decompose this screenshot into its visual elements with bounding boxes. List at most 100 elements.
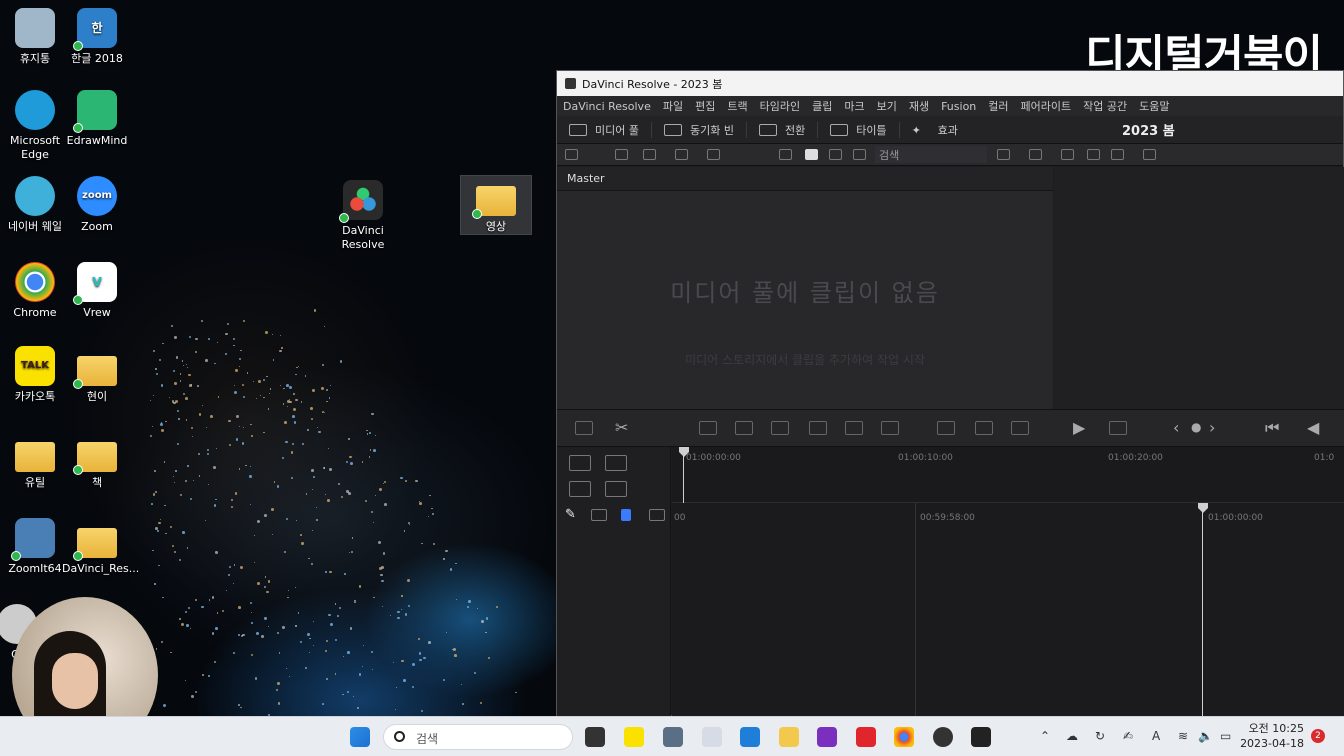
desktop-icon[interactable]: 네이버 웨일 xyxy=(0,176,70,234)
filmstrip-icon[interactable] xyxy=(1111,149,1124,160)
list-view-icon[interactable] xyxy=(853,149,866,160)
store-icon[interactable] xyxy=(740,727,760,747)
desktop-icon[interactable]: Microsoft Edge xyxy=(0,90,70,162)
menu-track[interactable]: 트랙 xyxy=(727,98,747,114)
media-pool-button[interactable]: 미디어 풀 xyxy=(557,121,652,138)
desktop-icon[interactable]: 책 xyxy=(62,432,132,490)
taskbar-clock[interactable]: 오전 10:25 2023-04-18 xyxy=(1240,721,1304,751)
task-view-icon[interactable] xyxy=(585,727,605,747)
next-arrow-icon[interactable]: › xyxy=(1209,418,1215,437)
app-red-icon[interactable] xyxy=(856,727,876,747)
volume-icon[interactable]: 🔈 xyxy=(1198,729,1213,743)
ripple-overwrite-icon[interactable] xyxy=(771,421,789,435)
desktop-icon[interactable]: EdrawMind xyxy=(62,90,132,148)
transitions-button[interactable]: 전환 xyxy=(747,121,819,138)
audio-icon[interactable] xyxy=(1011,421,1029,435)
source-viewer[interactable] xyxy=(1054,167,1344,409)
taskbar-search-input[interactable]: 검색 xyxy=(383,724,573,750)
new-bin-icon[interactable] xyxy=(615,149,628,160)
timeline-ruler-lower[interactable]: 00 00:59:58:00 01:00:00:00 xyxy=(672,503,1344,717)
clip-view-icon[interactable] xyxy=(1087,149,1100,160)
wifi-icon[interactable]: ≋ xyxy=(1178,729,1188,743)
marker-icon[interactable] xyxy=(649,509,665,521)
menu-clip[interactable]: 클립 xyxy=(812,98,832,114)
fit-icon[interactable] xyxy=(975,421,993,435)
thumbnail-view-icon[interactable] xyxy=(805,149,818,160)
cloud-icon[interactable]: ☁ xyxy=(1066,729,1078,743)
chrome-taskbar-icon[interactable] xyxy=(894,727,914,747)
desktop-icon[interactable]: 현이 xyxy=(62,346,132,404)
desktop-icon[interactable]: ZoomIt64 xyxy=(0,518,70,576)
tray-overflow-icon[interactable]: ⌃ xyxy=(1040,729,1050,743)
desktop-icon[interactable]: 한 한글 2018 xyxy=(62,8,132,66)
notification-badge[interactable]: 2 xyxy=(1311,729,1325,743)
prev-arrow-icon[interactable]: ‹ xyxy=(1173,418,1179,437)
metadata-view-icon[interactable] xyxy=(779,149,792,160)
onenote-icon[interactable] xyxy=(817,727,837,747)
menu-playback[interactable]: 재생 xyxy=(909,98,929,114)
desktop-icon[interactable]: DaVinci Resolve xyxy=(328,180,398,252)
menu-fusion[interactable]: Fusion xyxy=(941,100,976,113)
track-ripple-icon[interactable] xyxy=(605,481,627,497)
menu-edit[interactable]: 편집 xyxy=(695,98,715,114)
master-bin-header[interactable]: Master xyxy=(557,167,1053,191)
skip-to-start-icon[interactable]: ⏮ xyxy=(1265,418,1279,438)
desktop-icon[interactable]: V Vrew xyxy=(62,262,132,320)
viewer-mode-icon[interactable] xyxy=(1061,149,1074,160)
jog-dot-icon[interactable]: ● xyxy=(1191,420,1201,434)
close-up-icon[interactable] xyxy=(809,421,827,435)
menu-timeline[interactable]: 타임라인 xyxy=(760,98,800,114)
snap-icon[interactable]: ✎ xyxy=(565,507,576,522)
desktop-icon[interactable]: Chrome xyxy=(0,262,70,320)
file-explorer-icon[interactable] xyxy=(779,727,799,747)
track-lock-icon[interactable] xyxy=(569,455,591,471)
strip-view-icon[interactable] xyxy=(829,149,842,160)
source-overwrite-icon[interactable] xyxy=(881,421,899,435)
titles-button[interactable]: 타이틀 xyxy=(818,121,900,138)
media-pool-panel[interactable]: Master 미디어 풀에 클립이 없음 미디어 스토리지에서 클립을 추가하여… xyxy=(557,167,1053,409)
smart-insert-icon[interactable] xyxy=(575,421,593,435)
pen-icon[interactable]: ✍ xyxy=(1123,729,1133,743)
menu-color[interactable]: 컬러 xyxy=(988,98,1008,114)
desktop-icon[interactable]: 휴지통 xyxy=(0,8,70,66)
davinci-resolve-window[interactable]: DaVinci Resolve - 2023 봄 DaVinci Resolve… xyxy=(556,70,1344,717)
play-clip-icon[interactable]: ▶ xyxy=(1073,418,1085,437)
kakaotalk-taskbar-icon[interactable] xyxy=(624,727,644,747)
relink-icon[interactable] xyxy=(675,149,688,160)
timeline-ruler-upper[interactable]: 01:00:00:00 01:00:10:00 01:00:20:00 01:0 xyxy=(672,447,1344,503)
desktop-icon[interactable]: TALK 카카오톡 xyxy=(0,346,70,404)
desktop-icon[interactable]: zoom Zoom xyxy=(62,176,132,234)
track-split-icon[interactable] xyxy=(605,455,627,471)
settings-sliders-icon[interactable] xyxy=(1109,421,1127,435)
snipping-tool-icon[interactable] xyxy=(702,727,722,747)
sync-bin-button[interactable]: 동기화 빈 xyxy=(652,121,747,138)
desktop-icon[interactable]: 영상 xyxy=(460,175,532,235)
play-reverse-icon[interactable]: ◀ xyxy=(1307,418,1319,437)
track-align-icon[interactable] xyxy=(569,481,591,497)
refresh-icon[interactable] xyxy=(1029,149,1042,160)
new-timeline-icon[interactable] xyxy=(643,149,656,160)
menu-help[interactable]: 도움말 xyxy=(1139,98,1169,114)
overwrite-clip-icon[interactable] xyxy=(735,421,753,435)
window-titlebar[interactable]: DaVinci Resolve - 2023 봄 xyxy=(557,71,1343,96)
sync-icon[interactable]: ↻ xyxy=(1095,729,1105,743)
scissors-icon[interactable]: ✂ xyxy=(615,418,628,437)
linked-selection-icon[interactable] xyxy=(591,509,607,521)
menu-mark[interactable]: 마크 xyxy=(844,98,864,114)
windows-start-icon[interactable] xyxy=(350,727,370,747)
davinci-taskbar-icon[interactable] xyxy=(971,727,991,747)
link-icon[interactable] xyxy=(707,149,720,160)
flag-icon[interactable] xyxy=(621,509,631,521)
place-on-top-icon[interactable] xyxy=(845,421,863,435)
viewer-size-icon[interactable] xyxy=(1143,149,1156,160)
split-icon[interactable] xyxy=(937,421,955,435)
battery-icon[interactable]: ▭ xyxy=(1220,729,1231,743)
desktop-icon[interactable]: 유틸 xyxy=(0,432,70,490)
recorder-icon[interactable] xyxy=(933,727,953,747)
sort-icon[interactable] xyxy=(997,149,1010,160)
playhead-handle-lower[interactable] xyxy=(1198,503,1208,513)
menu-view[interactable]: 보기 xyxy=(877,98,897,114)
panel-toggle-icon[interactable] xyxy=(565,149,578,160)
insert-clip-icon[interactable] xyxy=(699,421,717,435)
effects-button[interactable]: ✦ 효과 xyxy=(900,122,970,138)
